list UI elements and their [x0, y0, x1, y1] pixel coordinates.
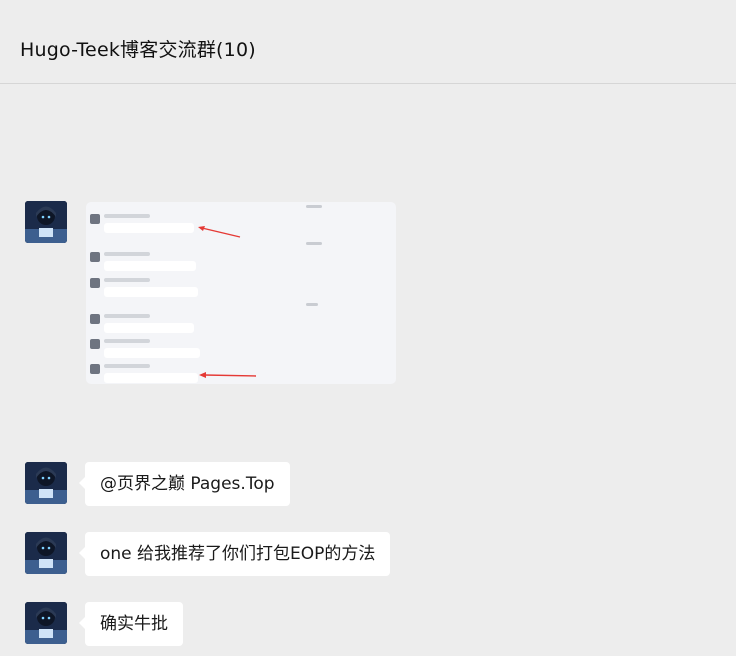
- message-bubble[interactable]: one 给我推荐了你们打包EOP的方法: [78, 532, 391, 576]
- avatar[interactable]: [25, 201, 67, 243]
- chat-header: Hugo-Teek博客交流群(10): [0, 0, 736, 84]
- message-bubble[interactable]: 确实牛批: [79, 602, 183, 646]
- bot-icon: [90, 214, 100, 224]
- bot-icon: [90, 252, 100, 262]
- avatar[interactable]: [25, 602, 67, 644]
- avatar[interactable]: [25, 462, 67, 504]
- bot-icon: [90, 339, 100, 349]
- bot-icon: [90, 314, 100, 324]
- bot-icon: [90, 278, 100, 288]
- avatar[interactable]: [25, 532, 67, 574]
- chat-title[interactable]: Hugo-Teek博客交流群(10): [20, 36, 256, 64]
- message-bubble[interactable]: @页界之巅 Pages.Top: [79, 462, 290, 506]
- screenshot-image[interactable]: [86, 202, 396, 384]
- bot-icon: [90, 364, 100, 374]
